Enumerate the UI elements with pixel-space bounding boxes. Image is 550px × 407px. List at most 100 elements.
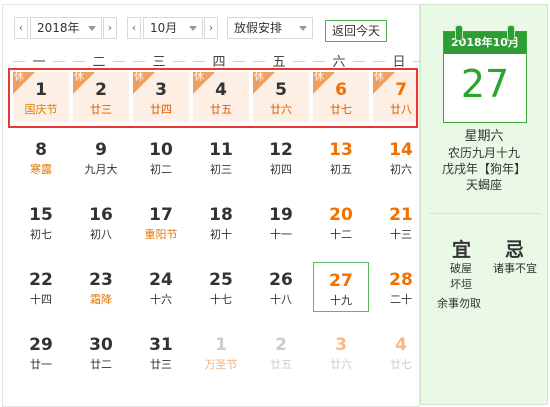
weekday-rule <box>373 61 385 62</box>
day-cell[interactable]: 30 廿二 <box>73 327 129 377</box>
lunar-date: 初五 <box>330 163 352 176</box>
day-number: 12 <box>269 140 293 160</box>
lunar-date: 九月大 <box>84 163 118 176</box>
weekday-rule <box>353 61 365 62</box>
back-to-today-button[interactable]: 返回今天 <box>325 20 387 42</box>
next-month-button[interactable]: › <box>204 17 218 39</box>
weekday-rule <box>113 61 125 62</box>
day-cell[interactable]: 22 十四 <box>13 262 69 312</box>
weekday-rule <box>233 61 245 62</box>
month-grid-panel: ‹ 2018年 › ‹ 10月 › 放假安排 返回今天 一二三四五六日 休 1 国庆… <box>2 4 429 407</box>
chevron-down-icon <box>299 26 307 31</box>
prev-month-button[interactable]: ‹ <box>127 17 141 39</box>
day-cell[interactable]: 12 初四 <box>253 132 309 182</box>
weekday-rule <box>53 61 65 62</box>
date-panel-weekday: 星期六 <box>464 129 504 144</box>
lunar-date: 十九 <box>330 294 352 307</box>
day-number: 2 <box>275 335 287 355</box>
day-cell[interactable]: 17 重阳节 <box>133 197 189 247</box>
day-cell[interactable]: 9 九月大 <box>73 132 129 182</box>
day-cell[interactable]: 29 廿一 <box>13 327 69 377</box>
weekday-rule <box>313 61 325 62</box>
day-cell[interactable]: 11 初三 <box>193 132 249 182</box>
calendar-ring-icon <box>507 25 515 41</box>
day-number: 9 <box>95 140 107 160</box>
day-cell[interactable]: 31 廿三 <box>133 327 189 377</box>
ji-label: 忌 <box>505 239 525 261</box>
day-cell[interactable]: 25 十七 <box>193 262 249 312</box>
weekday-rule <box>133 61 145 62</box>
ji-item: 诸事不宜 <box>493 262 537 275</box>
day-cell[interactable]: 20 十二 <box>313 197 369 247</box>
calendar-ring-icon <box>455 25 463 41</box>
date-panel-ganzhi: 戊戌年【狗年】 <box>441 162 526 176</box>
lunar-date: 十二 <box>330 228 352 241</box>
date-panel-lunar: 农历九月十九 <box>447 146 520 160</box>
lunar-date: 廿二 <box>90 358 112 371</box>
day-number: 1 <box>215 335 227 355</box>
holiday-select[interactable]: 放假安排 <box>227 17 313 39</box>
lunar-date: 廿三 <box>150 358 172 371</box>
day-cell[interactable]: 18 初十 <box>193 197 249 247</box>
day-cell[interactable]: 16 初八 <box>73 197 129 247</box>
day-number: 20 <box>329 205 353 225</box>
weekday-rule <box>193 61 205 62</box>
day-number: 31 <box>149 335 173 355</box>
lunar-date: 十四 <box>30 293 52 306</box>
lunar-date: 廿五 <box>270 358 292 371</box>
lunar-date: 霜降 <box>90 293 112 306</box>
month-select[interactable]: 10月 <box>143 17 203 39</box>
calendar-page-icon: 2018年10月 27 <box>443 31 527 123</box>
day-cell-today[interactable]: 27 十九 <box>313 262 369 312</box>
day-number: 13 <box>329 140 353 160</box>
lunar-date: 十八 <box>270 293 292 306</box>
day-number: 25 <box>209 270 233 290</box>
holiday-highlight-box <box>8 68 418 128</box>
yi-item: 坏垣 <box>450 278 472 291</box>
chevron-down-icon <box>88 26 96 31</box>
date-detail-panel: 2018年10月 27 星期六 农历九月十九 戊戌年【狗年】 天蝎座 宜 忌 破… <box>420 4 548 405</box>
next-year-button[interactable]: › <box>103 17 117 39</box>
day-cell[interactable]: 1 万圣节 <box>193 327 249 377</box>
day-number: 8 <box>35 140 47 160</box>
weekday-rule <box>253 61 265 62</box>
date-panel-zodiac: 天蝎座 <box>465 178 502 192</box>
lunar-date: 寒露 <box>30 163 52 176</box>
lunar-date: 初二 <box>150 163 172 176</box>
day-number: 23 <box>89 270 113 290</box>
day-number: 10 <box>149 140 173 160</box>
day-number: 29 <box>29 335 53 355</box>
year-select-label: 2018年 <box>37 21 80 35</box>
lunar-date: 初三 <box>210 163 232 176</box>
day-number: 16 <box>89 205 113 225</box>
day-cell[interactable]: 2 廿五 <box>253 327 309 377</box>
divider <box>429 213 541 214</box>
day-cell[interactable]: 19 十一 <box>253 197 309 247</box>
day-cell[interactable]: 10 初二 <box>133 132 189 182</box>
lunar-date: 万圣节 <box>204 358 238 371</box>
lunar-date: 初十 <box>210 228 232 241</box>
lunar-date: 初四 <box>270 163 292 176</box>
day-number: 24 <box>149 270 173 290</box>
day-number: 18 <box>209 205 233 225</box>
day-number: 17 <box>149 205 173 225</box>
lunar-date: 重阳节 <box>144 228 178 241</box>
day-number: 15 <box>29 205 53 225</box>
lunar-date: 十一 <box>270 228 292 241</box>
year-select[interactable]: 2018年 <box>30 17 102 39</box>
calendar-widget: ‹ 2018年 › ‹ 10月 › 放假安排 返回今天 一二三四五六日 休 1 国庆… <box>0 0 550 407</box>
day-cell[interactable]: 13 初五 <box>313 132 369 182</box>
day-cell[interactable]: 3 廿六 <box>313 327 369 377</box>
weekday-rule <box>293 61 305 62</box>
weekday-rule <box>13 61 25 62</box>
day-cell[interactable]: 24 十六 <box>133 262 189 312</box>
prev-year-button[interactable]: ‹ <box>14 17 28 39</box>
day-cell[interactable]: 8 寒露 <box>13 132 69 182</box>
month-select-label: 10月 <box>150 21 178 35</box>
day-cell[interactable]: 26 十八 <box>253 262 309 312</box>
date-panel-day: 27 <box>460 62 510 106</box>
weekday-rule <box>173 61 185 62</box>
day-cell[interactable]: 15 初七 <box>13 197 69 247</box>
day-cell[interactable]: 23 霜降 <box>73 262 129 312</box>
yi-label: 宜 <box>452 239 472 261</box>
